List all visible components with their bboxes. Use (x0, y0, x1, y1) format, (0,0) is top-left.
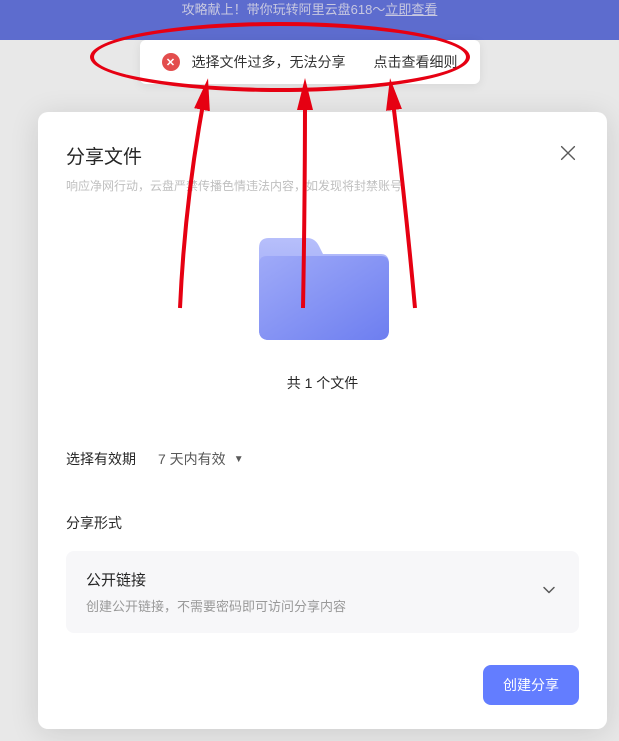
folder-icon (253, 230, 393, 345)
toast-action-link[interactable]: 点击查看细则 (374, 52, 458, 72)
chevron-down-icon (539, 580, 559, 605)
create-share-button[interactable]: 创建分享 (483, 665, 579, 705)
validity-label: 选择有效期 (66, 449, 136, 469)
dialog-subtitle: 响应净网行动，云盘严禁传播色情违法内容，如发现将封禁账号 (66, 177, 579, 194)
promo-link[interactable]: 立即查看 (385, 2, 437, 17)
dialog-footer: 创建分享 (66, 665, 579, 705)
caret-down-icon: ▼ (234, 454, 244, 465)
share-dialog: 分享文件 响应净网行动，云盘严禁传播色情违法内容，如发现将封禁账号 (38, 112, 607, 729)
file-count-text: 共 1 个文件 (287, 373, 359, 393)
file-preview: 共 1 个文件 (66, 230, 579, 393)
share-mode-desc: 创建公开链接，不需要密码即可访问分享内容 (86, 596, 346, 615)
dialog-header: 分享文件 (66, 142, 579, 169)
share-mode-label: 分享形式 (66, 513, 579, 533)
dialog-title: 分享文件 (66, 142, 142, 169)
validity-row: 选择有效期 7 天内有效 ▼ (66, 449, 579, 469)
validity-value: 7 天内有效 (158, 449, 226, 469)
toast-message: 选择文件过多，无法分享 (192, 52, 346, 72)
error-toast: ✕ 选择文件过多，无法分享 点击查看细则 (140, 40, 480, 84)
close-icon[interactable] (557, 142, 579, 164)
validity-dropdown[interactable]: 7 天内有效 ▼ (158, 449, 244, 469)
header-strip (0, 20, 619, 40)
promo-banner: 攻略献上！带你玩转阿里云盘618～立即查看 (0, 0, 619, 20)
share-mode-title: 公开链接 (86, 569, 346, 590)
promo-text: 攻略献上！带你玩转阿里云盘618～ (182, 2, 386, 17)
error-icon: ✕ (162, 53, 180, 71)
share-mode-selector[interactable]: 公开链接 创建公开链接，不需要密码即可访问分享内容 (66, 551, 579, 633)
